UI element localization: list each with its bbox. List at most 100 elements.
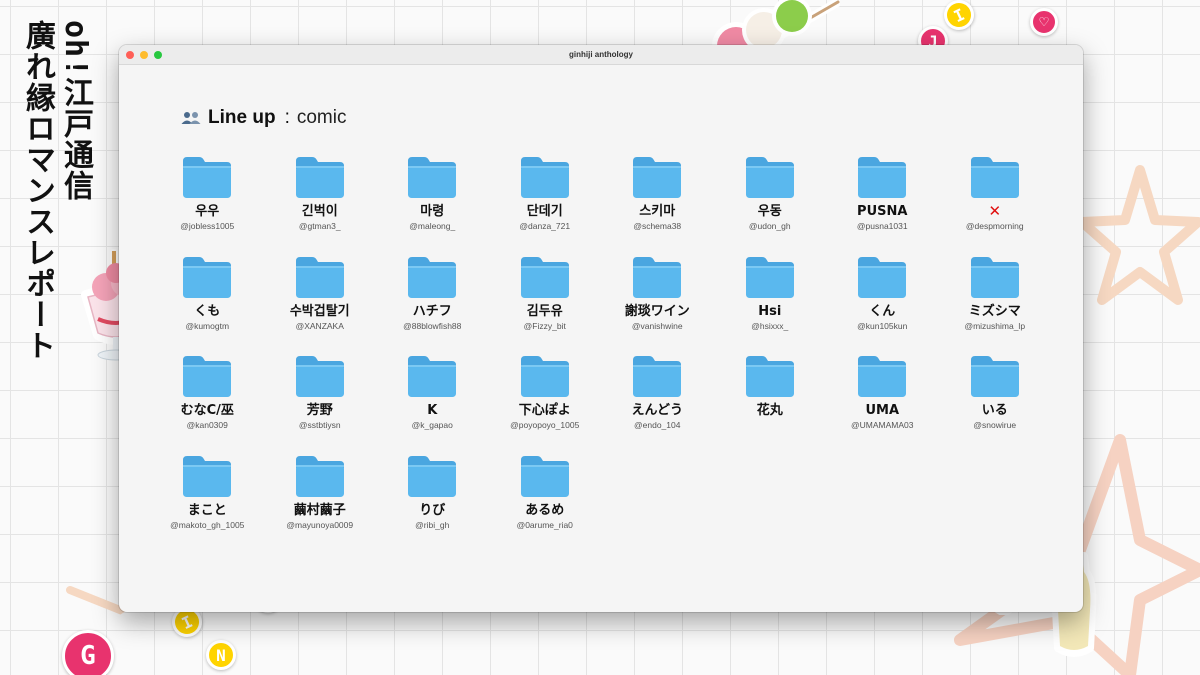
- folder-icon: [745, 256, 794, 298]
- folder-icon: [408, 256, 457, 298]
- window-title: ginhiji anthology: [569, 50, 633, 59]
- folder-icon: [408, 455, 457, 497]
- folder-item[interactable]: くん @kun105kun: [826, 255, 939, 355]
- folder-handle: @schema38: [633, 221, 682, 231]
- folder-handle: @XANZAKA: [295, 320, 344, 331]
- folder-name: 김두유: [526, 303, 563, 319]
- folder-item[interactable]: 스키마 @schema38: [601, 155, 714, 255]
- folder-item[interactable]: むなC/巫 @kan0309: [151, 354, 264, 454]
- folder-item[interactable]: 김두유 @Fizzy_bit: [489, 255, 602, 355]
- folder-item[interactable]: 下心ぽよ @poyopoyo_1005: [489, 354, 602, 454]
- folder-item[interactable]: えんどう @endo_104: [601, 354, 714, 454]
- window-titlebar[interactable]: ginhiji anthology: [119, 45, 1083, 65]
- folder-handle: @jobless1005: [180, 221, 235, 231]
- folder-icon: [520, 256, 569, 298]
- folder-name: まこと: [187, 502, 227, 518]
- folder-handle: @mizushima_lp: [964, 320, 1026, 331]
- folder-item[interactable]: ハチフ @88blowfish88: [376, 255, 489, 355]
- folder-item[interactable]: Hsi @hsixxx_: [714, 255, 827, 355]
- folder-item[interactable]: PUSNA @pusna1031: [826, 155, 939, 255]
- folder-name: 단데기: [526, 204, 563, 219]
- folder-icon: [520, 356, 569, 397]
- folder-item[interactable]: くも @kumogtm: [151, 255, 264, 355]
- folder-icon: [183, 455, 232, 497]
- folder-handle: @danza_721: [519, 221, 571, 231]
- folder-icon: [408, 356, 457, 397]
- folder-item[interactable]: 芳野 @sstbtiysn: [264, 354, 377, 454]
- folder-handle: @ribi_gh: [415, 519, 450, 530]
- folder-item[interactable]: UMA @UMAMAMA03: [826, 354, 939, 454]
- folder-handle: @makoto_gh_1005: [170, 519, 245, 530]
- folder-item[interactable]: 繭村繭子 @mayunoya0009: [264, 454, 377, 554]
- folder-icon: [295, 157, 344, 198]
- folder-icon: [633, 356, 682, 397]
- folder-item[interactable]: ミズシマ @mizushima_lp: [939, 255, 1052, 355]
- folder-name: 스키마: [639, 204, 676, 219]
- letter-badge-i: I: [939, 0, 979, 35]
- folder-name: 긴벅이: [301, 204, 338, 219]
- folder-item[interactable]: 우우 @jobless1005: [151, 155, 264, 255]
- folder-name: 수박겁탈기: [289, 303, 350, 319]
- folder-name: 芳野: [306, 403, 333, 418]
- folder-name: PUSNA: [857, 204, 908, 219]
- side-title-line-2: 廣れ縁ロマンスレポート: [20, 20, 55, 361]
- folder-item[interactable]: まこと @makoto_gh_1005: [151, 454, 264, 554]
- folder-name: ハチフ: [412, 303, 452, 319]
- folder-icon: [295, 455, 344, 497]
- people-icon: [181, 112, 201, 124]
- folder-name: いる: [981, 403, 1008, 418]
- folder-name: 花丸: [756, 403, 783, 418]
- folder-handle: @poyopoyo_1005: [510, 420, 580, 430]
- folder-handle: @pusna1031: [856, 221, 908, 231]
- folder-handle: @gtman3_: [298, 221, 341, 231]
- star-outline-icon: [1080, 165, 1200, 305]
- heading-subtitle: comic: [296, 107, 347, 128]
- folder-item[interactable]: りび @ribi_gh: [376, 454, 489, 554]
- folder-item[interactable]: 花丸: [714, 354, 827, 454]
- folder-icon: [520, 157, 569, 198]
- folder-item[interactable]: 긴벅이 @gtman3_: [264, 155, 377, 255]
- folder-icon: [858, 157, 907, 198]
- folder-icon: [858, 256, 907, 298]
- folder-name: くん: [869, 303, 896, 319]
- folder-item[interactable]: ✕ @despmorning: [939, 155, 1052, 255]
- folder-name: 우우: [195, 204, 220, 219]
- page-heading: Line up : comic: [181, 107, 346, 129]
- folder-icon: [295, 256, 344, 298]
- heading-separator: :: [284, 107, 290, 128]
- folder-icon: [408, 157, 457, 198]
- folder-icon: [858, 356, 907, 397]
- letter-badge-g: G: [62, 630, 114, 675]
- folder-grid: 우우 @jobless1005 긴벅이 @gtman3_ 마령 @maleong_ 단데기 @…: [151, 155, 1051, 553]
- folder-handle: @0arume_ria0: [516, 519, 573, 530]
- folder-item[interactable]: あるめ @0arume_ria0: [489, 454, 602, 554]
- folder-handle: @sstbtiysn: [298, 420, 341, 430]
- folder-name: ✕: [988, 202, 1002, 220]
- folder-name: 繭村繭子: [293, 502, 346, 518]
- folder-handle: @kan0309: [186, 420, 228, 430]
- folder-icon: [633, 256, 682, 298]
- folder-item[interactable]: 단데기 @danza_721: [489, 155, 602, 255]
- heading-title: Line up: [208, 107, 276, 128]
- folder-icon: [970, 157, 1019, 198]
- heart-badge-icon: ♡: [1030, 8, 1058, 36]
- folder-item[interactable]: K @k_gapao: [376, 354, 489, 454]
- folder-item[interactable]: 마령 @maleong_: [376, 155, 489, 255]
- folder-item[interactable]: いる @snowirue: [939, 354, 1052, 454]
- folder-icon: [633, 157, 682, 198]
- folder-name: むなC/巫: [180, 403, 234, 418]
- folder-name: 下心ぽよ: [518, 403, 571, 418]
- letter-badge-n: N: [206, 640, 236, 670]
- folder-icon: [183, 157, 232, 198]
- folder-name: えんどう: [631, 403, 684, 418]
- folder-name: K: [427, 403, 438, 418]
- folder-handle: @kun105kun: [857, 320, 908, 331]
- folder-handle: @endo_104: [634, 420, 681, 430]
- folder-item[interactable]: 謝琰ワイン @vanishwine: [601, 255, 714, 355]
- finder-window: ginhiji anthology Line up : comic 우우 @job…: [119, 45, 1083, 612]
- folder-item[interactable]: 우동 @udon_gh: [714, 155, 827, 255]
- folder-item[interactable]: 수박겁탈기 @XANZAKA: [264, 255, 377, 355]
- folder-handle: @maleong_: [409, 221, 456, 231]
- folder-name: Hsi: [758, 303, 782, 319]
- folder-name: りび: [419, 502, 446, 518]
